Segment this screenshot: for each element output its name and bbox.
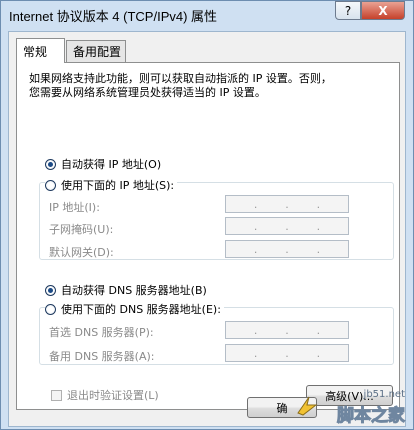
radio-auto-ip[interactable]: 自动获得 IP 地址(O) <box>45 156 161 172</box>
radio-auto-ip-circle[interactable] <box>45 158 56 170</box>
radio-selected-dot <box>48 161 53 167</box>
subnet-mask-input[interactable]: ... <box>225 217 349 235</box>
preferred-dns-input[interactable]: ... <box>225 321 349 339</box>
radio-manual-dns[interactable]: 使用下面的 DNS 服务器地址(E): <box>45 301 224 317</box>
default-gateway-input[interactable]: ... <box>225 240 349 258</box>
radio-manual-ip[interactable]: 使用下面的 IP 地址(S): <box>45 177 178 193</box>
radio-auto-dns-circle[interactable] <box>45 284 56 296</box>
close-button[interactable]: X <box>361 1 405 20</box>
alternate-dns-input[interactable]: ... <box>225 344 349 362</box>
tab-general[interactable]: 常规 <box>16 38 65 63</box>
radio-manual-dns-label: 使用下面的 DNS 服务器地址(E): <box>61 303 221 316</box>
radio-auto-ip-label: 自动获得 IP 地址(O) <box>61 158 162 171</box>
radio-selected-dot <box>48 287 53 293</box>
tab-alternate-config[interactable]: 备用配置 <box>66 40 126 62</box>
ip-address-input[interactable]: ... <box>225 195 349 213</box>
dialog-window: Internet 协议版本 4 (TCP/IPv4) 属性 ? X 常规 备用配… <box>0 0 414 430</box>
radio-auto-dns[interactable]: 自动获得 DNS 服务器地址(B) <box>45 282 207 298</box>
watermark-url: jb51.net <box>363 389 405 400</box>
help-icon: ? <box>344 3 352 18</box>
dialog-body: 常规 备用配置 如果网络支持此功能，则可以获取自动指派的 IP 设置。否则， 您… <box>8 31 406 427</box>
preferred-dns-label: 首选 DNS 服务器(P): <box>49 326 154 339</box>
radio-auto-dns-label: 自动获得 DNS 服务器地址(B) <box>61 284 207 297</box>
general-panel: 如果网络支持此功能，则可以获取自动指派的 IP 设置。否则， 您需要从网络系统管… <box>16 62 400 410</box>
title-bar[interactable]: Internet 协议版本 4 (TCP/IPv4) 属性 ? X <box>1 1 413 29</box>
validate-on-exit-checkbox[interactable] <box>51 389 62 401</box>
help-button[interactable]: ? <box>335 1 361 20</box>
subnet-mask-label: 子网掩码(U): <box>49 223 114 236</box>
validate-on-exit-label: 退出时验证设置(L) <box>67 389 159 402</box>
validate-on-exit-checkbox-row[interactable]: 退出时验证设置(L) <box>51 387 159 403</box>
description-line-2: 您需要从网络系统管理员处获得适当的 IP 设置。 <box>29 86 266 99</box>
radio-manual-dns-circle[interactable] <box>45 303 56 315</box>
default-gateway-label: 默认网关(D): <box>49 246 114 259</box>
alternate-dns-label: 备用 DNS 服务器(A): <box>49 350 155 363</box>
description-line-1: 如果网络支持此功能，则可以获取自动指派的 IP 设置。否则， <box>29 72 332 85</box>
close-icon: X <box>378 3 388 18</box>
watermark: jb51.net 脚本之家 <box>291 387 411 429</box>
radio-manual-ip-label: 使用下面的 IP 地址(S): <box>61 179 175 192</box>
watermark-logo-icon <box>297 396 318 416</box>
ip-address-label: IP 地址(I): <box>49 201 100 214</box>
watermark-name: 脚本之家 <box>337 406 406 427</box>
window-title: Internet 协议版本 4 (TCP/IPv4) 属性 <box>9 9 218 24</box>
radio-manual-ip-circle[interactable] <box>45 179 56 191</box>
description-text: 如果网络支持此功能，则可以获取自动指派的 IP 设置。否则， 您需要从网络系统管… <box>29 72 389 100</box>
